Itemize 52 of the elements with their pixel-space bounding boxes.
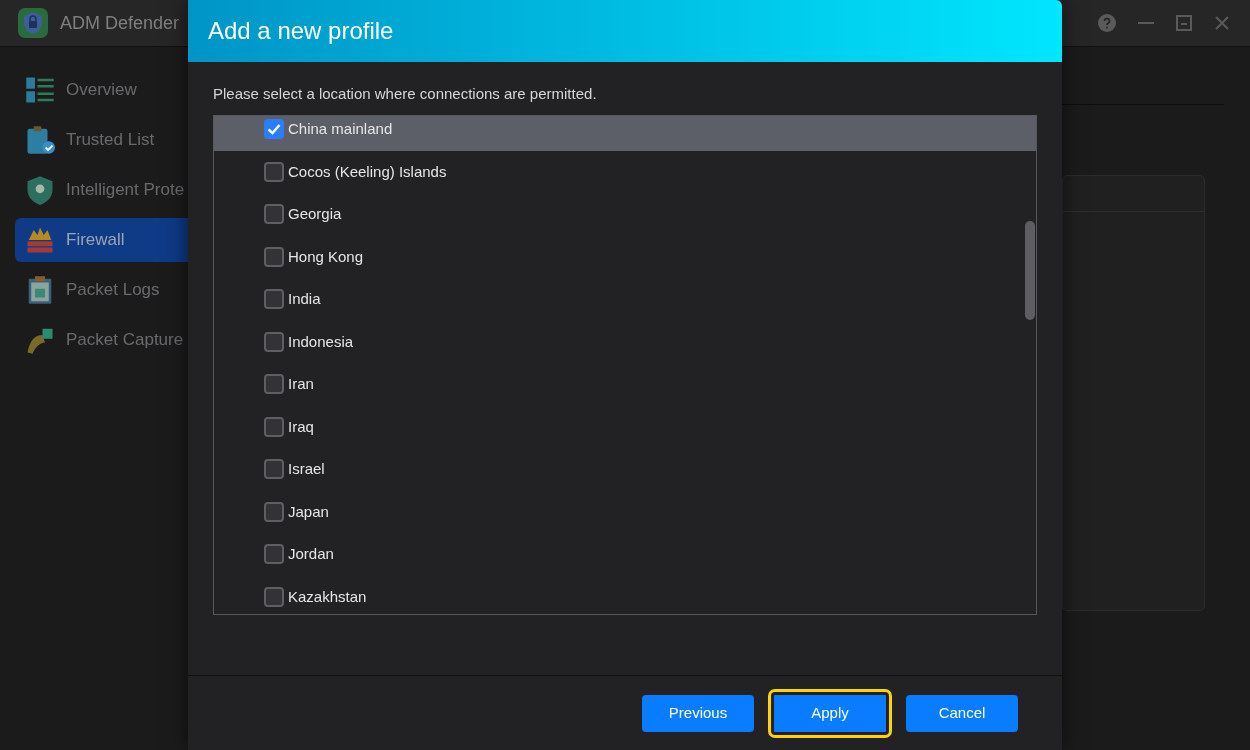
location-label: Iran bbox=[288, 374, 314, 394]
app-title: ADM Defender bbox=[60, 11, 180, 35]
location-row[interactable]: Israel bbox=[214, 448, 1036, 491]
location-row[interactable]: Japan bbox=[214, 490, 1036, 533]
checkbox[interactable] bbox=[264, 331, 284, 352]
location-row[interactable]: Cocos (Keeling) Islands bbox=[214, 150, 1036, 193]
location-row[interactable]: China mainland bbox=[214, 116, 1036, 151]
location-label: China mainland bbox=[288, 119, 393, 139]
checkbox[interactable] bbox=[264, 374, 284, 395]
checkbox[interactable] bbox=[264, 119, 284, 140]
checkbox[interactable] bbox=[264, 246, 284, 267]
location-label: Japan bbox=[288, 501, 329, 522]
checkbox[interactable] bbox=[264, 416, 284, 437]
checkbox[interactable] bbox=[264, 501, 284, 522]
location-row[interactable]: Kazakhstan bbox=[214, 575, 1036, 614]
maximize-icon[interactable] bbox=[1176, 15, 1192, 31]
location-label: Hong Kong bbox=[288, 246, 364, 267]
location-label: Georgia bbox=[288, 204, 342, 224]
location-row[interactable]: Iran bbox=[214, 363, 1036, 406]
list-icon bbox=[25, 75, 55, 105]
close-icon[interactable] bbox=[1214, 15, 1230, 31]
checkbox[interactable] bbox=[264, 586, 284, 607]
location-label: Israel bbox=[288, 459, 325, 479]
location-row[interactable]: Hong Kong bbox=[214, 235, 1036, 278]
dialog-button[interactable]: Apply bbox=[768, 688, 892, 738]
location-row[interactable]: Iraq bbox=[214, 405, 1036, 448]
location-label: Kazakhstan bbox=[288, 586, 367, 607]
checkbox[interactable] bbox=[264, 204, 284, 225]
checkbox[interactable] bbox=[264, 289, 284, 310]
dialog-title: Add a new profile bbox=[208, 16, 394, 46]
sidebar-item[interactable]: Firewall bbox=[15, 218, 188, 262]
location-row[interactable]: India bbox=[214, 278, 1036, 321]
help-icon[interactable] bbox=[1098, 14, 1116, 32]
location-row[interactable]: Georgia bbox=[214, 193, 1036, 236]
shield-lock-icon bbox=[18, 8, 48, 38]
location-row[interactable]: Jordan bbox=[214, 533, 1036, 576]
location-label: India bbox=[288, 289, 321, 309]
location-label: Cocos (Keeling) Islands bbox=[288, 161, 447, 182]
location-label: Iraq bbox=[288, 416, 314, 437]
location-label: Jordan bbox=[288, 544, 334, 564]
brick-wall-flame-icon bbox=[25, 225, 55, 255]
dialog-button[interactable]: Cancel bbox=[906, 694, 1018, 732]
location-label: Indonesia bbox=[288, 331, 354, 352]
dialog-button[interactable]: Previous bbox=[642, 694, 754, 732]
instruction-text: Please select a location where connections are permitted. bbox=[213, 84, 598, 104]
checkbox[interactable] bbox=[264, 161, 284, 182]
clipboard-check-icon bbox=[25, 125, 55, 155]
checkbox[interactable] bbox=[264, 544, 284, 565]
shield-bulb-icon bbox=[25, 175, 55, 205]
checkbox[interactable] bbox=[264, 459, 284, 480]
location-row[interactable]: Indonesia bbox=[214, 320, 1036, 363]
scrollbar-thumb[interactable] bbox=[1025, 221, 1035, 320]
